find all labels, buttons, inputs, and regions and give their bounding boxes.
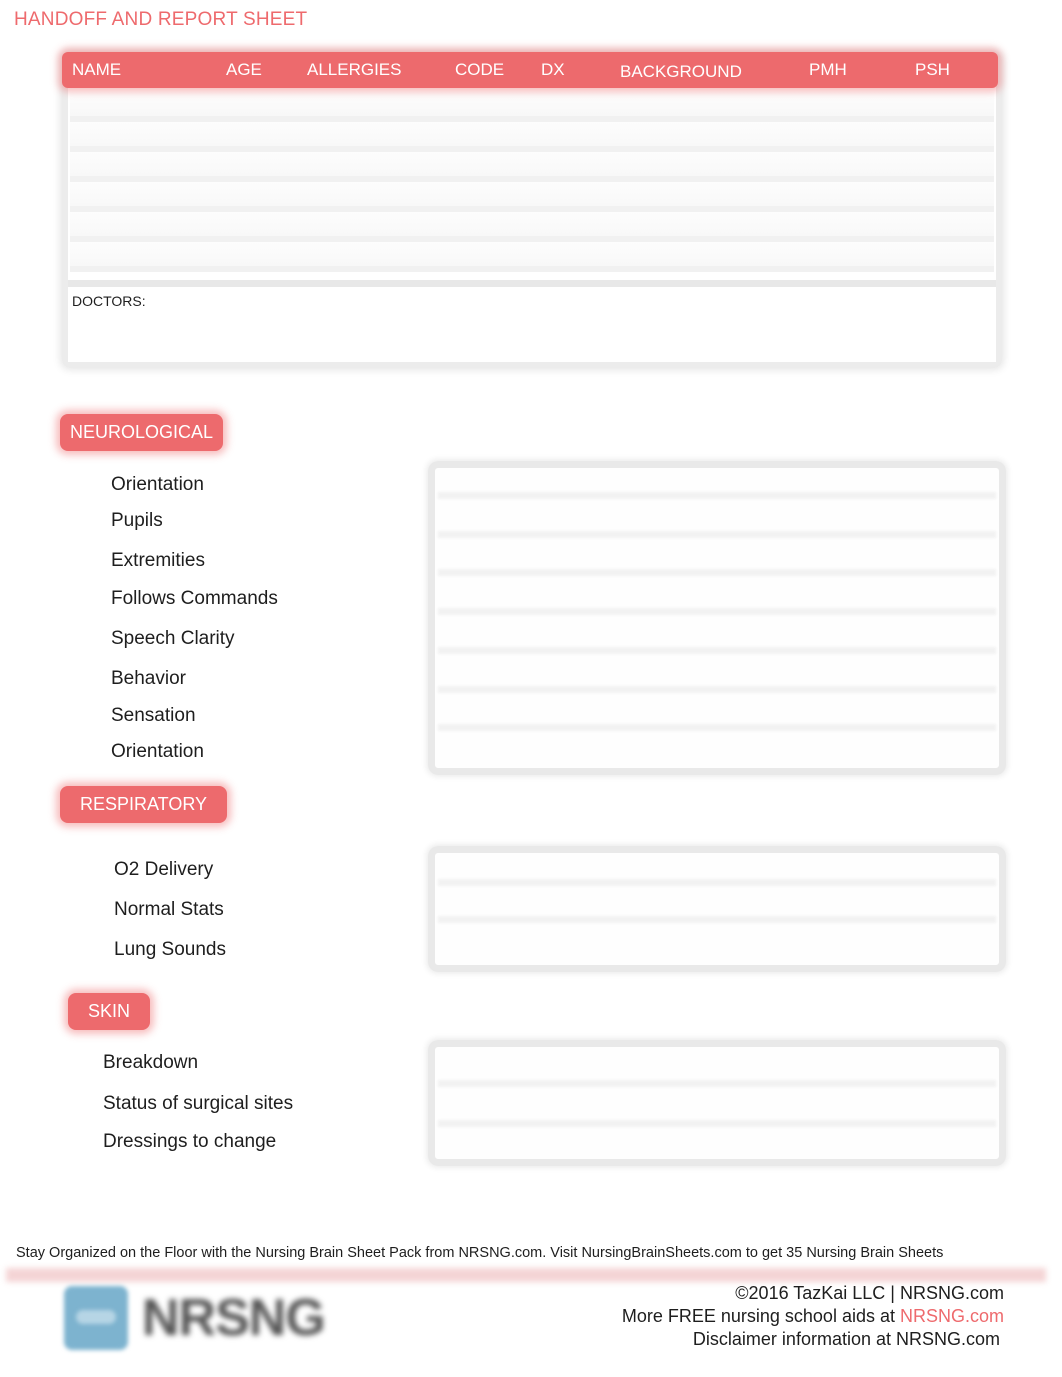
logo-wordmark: NRSNG [142, 1289, 326, 1347]
more-aids-text: More FREE nursing school aids at [621, 1306, 900, 1326]
list-item: Orientation [111, 474, 204, 495]
column-header-pmh: PMH [809, 60, 847, 79]
list-item: Orientation [111, 741, 204, 762]
patient-rows [70, 92, 994, 272]
respiratory-notes-box[interactable] [428, 846, 1006, 972]
section-neurological-header: NEUROLOGICAL [60, 414, 224, 451]
table-row[interactable] [70, 92, 994, 122]
list-item: Normal Stats [114, 899, 224, 920]
section-skin-header: SKIN [68, 993, 151, 1030]
footer-divider [6, 1268, 1046, 1282]
promo-text: Stay Organized on the Floor with the Nur… [16, 1245, 944, 1261]
list-item: O2 Delivery [114, 859, 214, 880]
list-item: Behavior [111, 668, 186, 689]
footer-credits: ©2016 TazKai LLC | NRSNG.com More FREE n… [622, 1282, 1004, 1351]
column-header-background: BACKGROUND [620, 62, 742, 81]
nrsng-logo: NRSNG [64, 1286, 354, 1350]
nrsng-link[interactable]: NRSNG.com [900, 1306, 1004, 1326]
skin-notes-box[interactable] [428, 1040, 1006, 1166]
list-item: Status of surgical sites [103, 1093, 294, 1114]
doctors-field[interactable]: DOCTORS: [68, 280, 996, 362]
list-item: Lung Sounds [114, 939, 226, 960]
more-aids-line: More FREE nursing school aids at NRSNG.c… [622, 1305, 1004, 1328]
list-item: Sensation [111, 705, 196, 726]
column-header-dx: DX [541, 60, 565, 79]
neurological-notes-box[interactable] [428, 461, 1006, 775]
copyright-text: ©2016 TazKai LLC | NRSNG.com [735, 1283, 1004, 1303]
table-row[interactable] [70, 242, 994, 272]
list-item: Dressings to change [103, 1131, 277, 1152]
section-respiratory-header: RESPIRATORY [60, 786, 228, 823]
column-header-age: AGE [226, 60, 262, 79]
disclaimer-text: Disclaimer information at NRSNG.com [692, 1329, 1000, 1349]
table-header: NAME AGE ALLERGIES CODE DX BACKGROUND PM… [62, 52, 998, 88]
logo-icon-detail [76, 1310, 116, 1324]
list-item: Speech Clarity [111, 628, 235, 649]
list-item: Follows Commands [111, 588, 278, 609]
list-item: Extremities [111, 550, 205, 571]
table-row[interactable] [70, 122, 994, 152]
list-item: Breakdown [103, 1052, 199, 1073]
table-row[interactable] [70, 212, 994, 242]
column-header-name: NAME [72, 60, 122, 79]
table-row[interactable] [70, 182, 994, 212]
column-header-allergies: ALLERGIES [307, 60, 402, 79]
sheet-title: HANDOFF AND REPORT SHEET [14, 9, 308, 30]
column-header-code: CODE [455, 60, 505, 79]
doctors-label: DOCTORS: [72, 293, 146, 309]
list-item: Pupils [111, 510, 163, 531]
table-row[interactable] [70, 152, 994, 182]
column-header-psh: PSH [915, 60, 950, 79]
